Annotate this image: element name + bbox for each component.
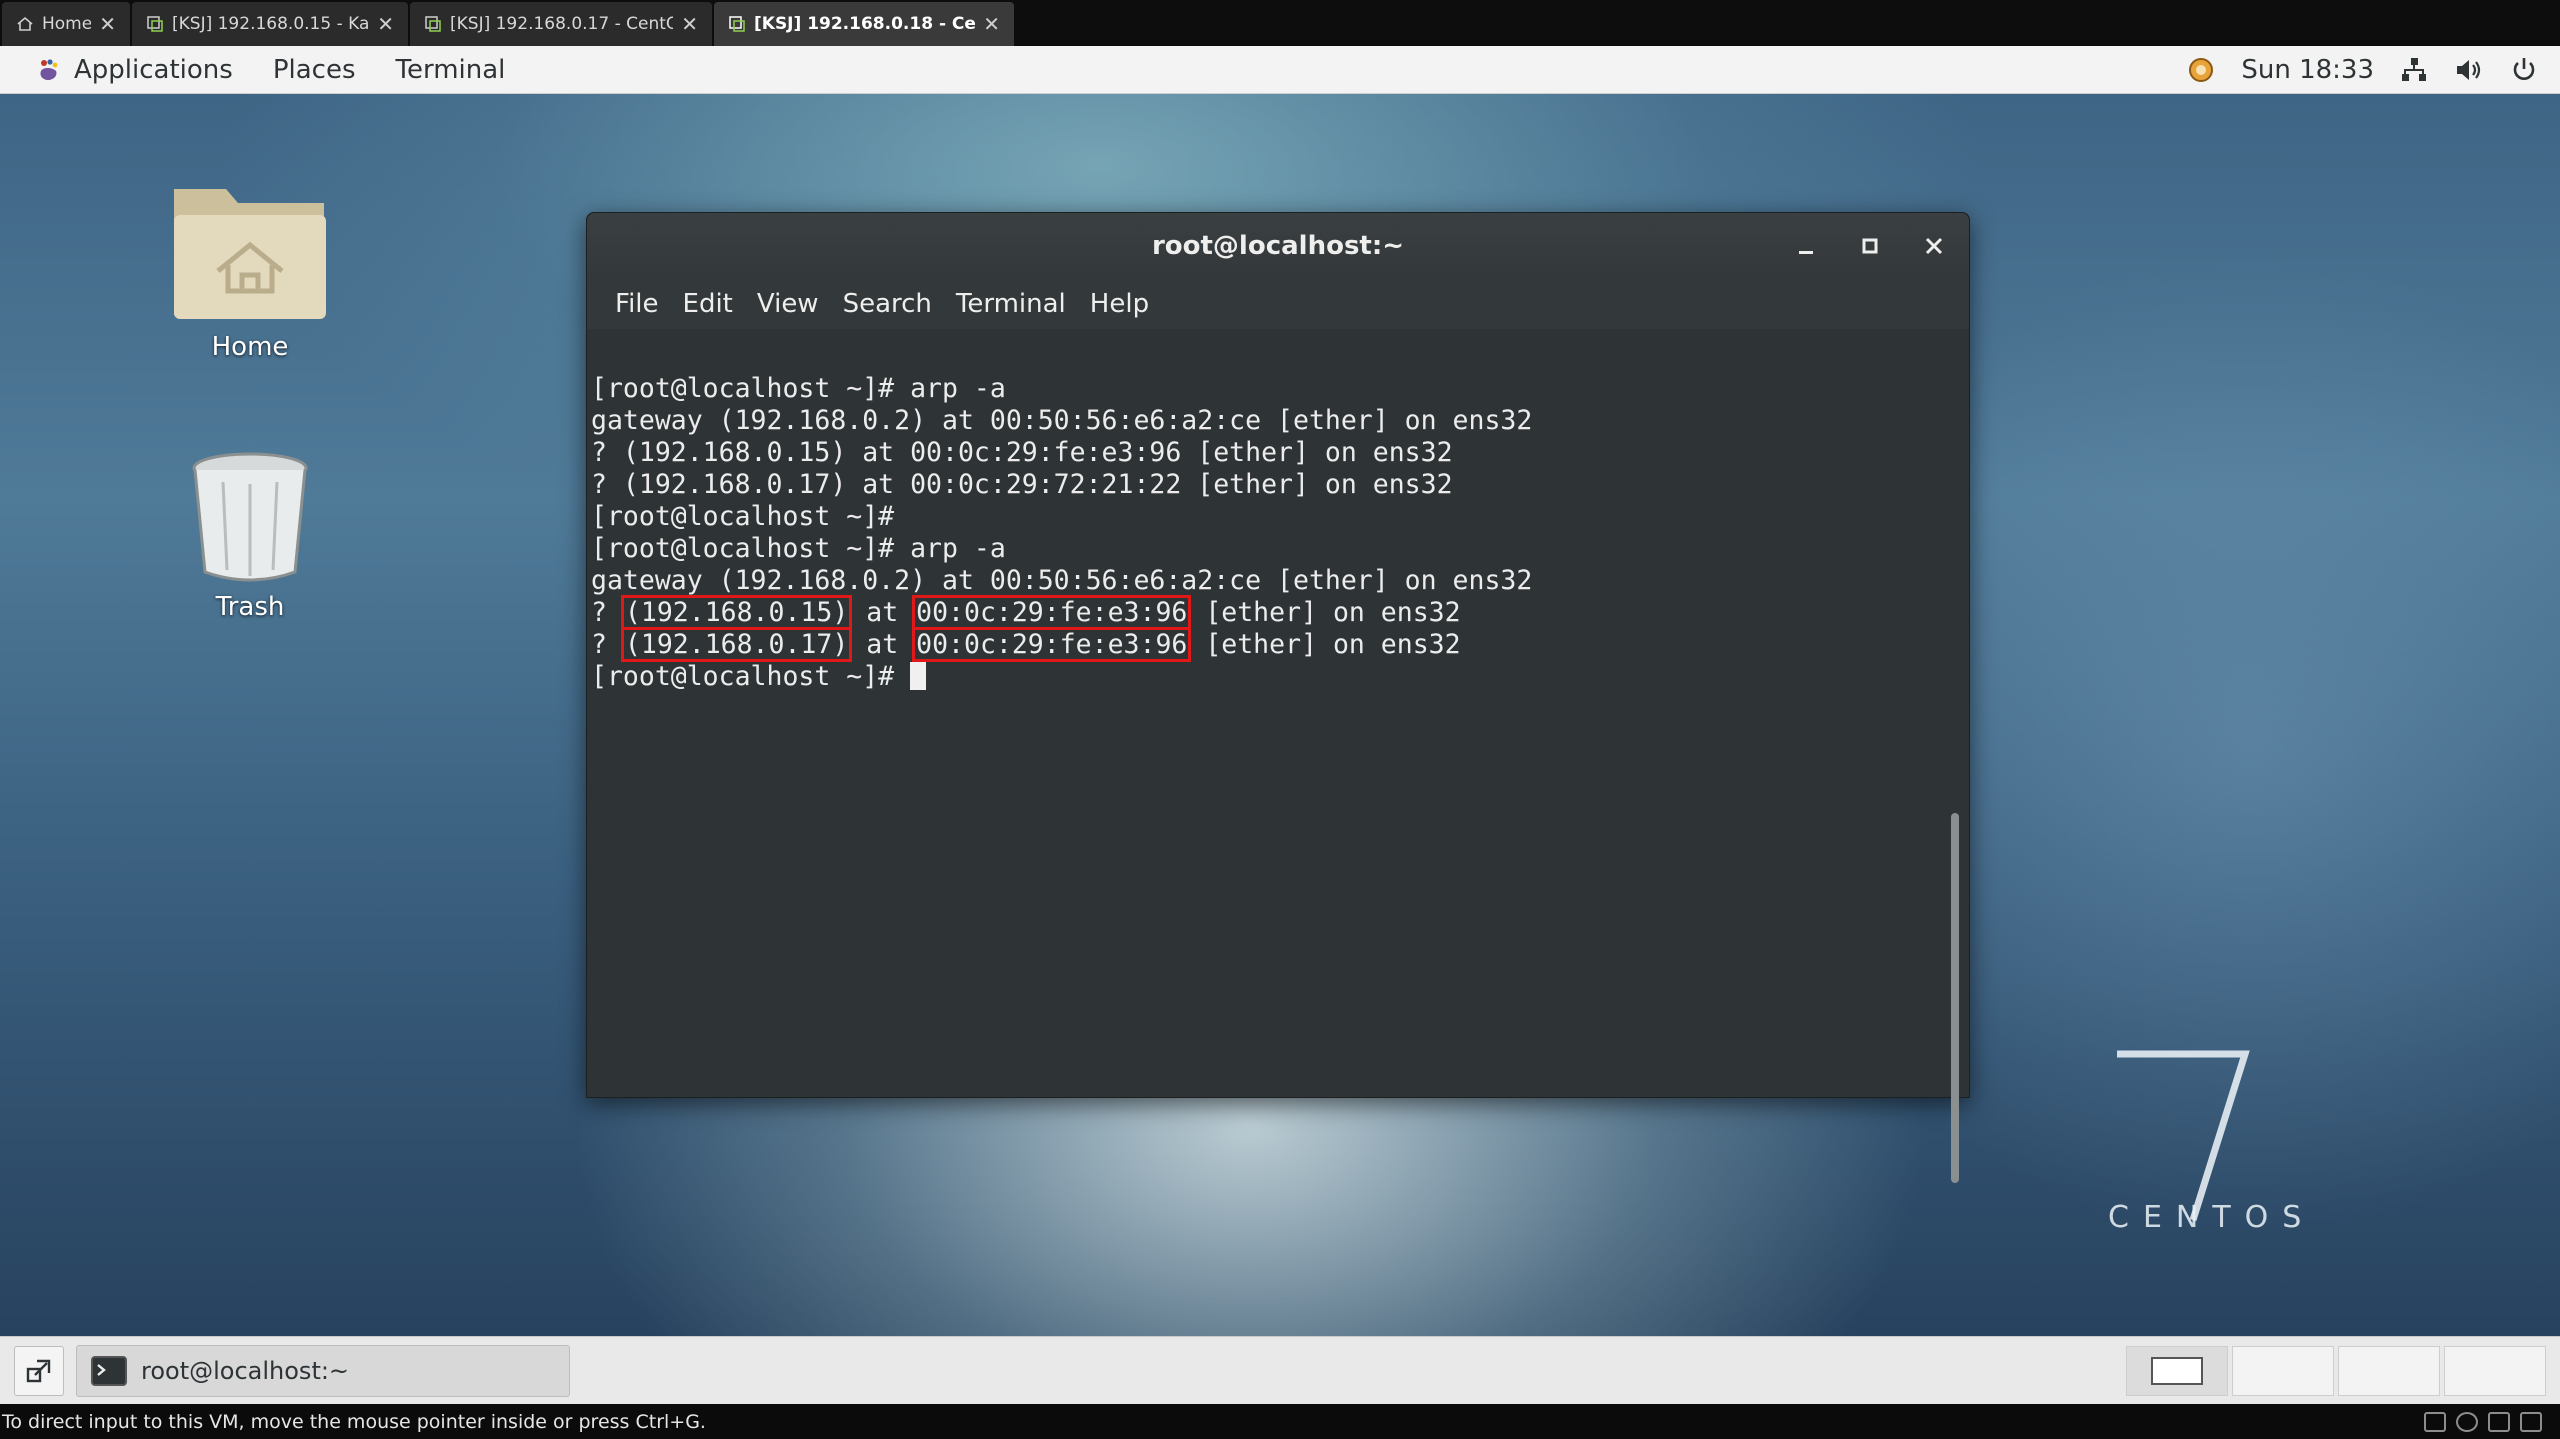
power-icon[interactable]	[2510, 56, 2538, 84]
arp-mid: at	[850, 597, 915, 628]
clock[interactable]: Sun 18:33	[2241, 55, 2374, 85]
places-menu[interactable]: Places	[253, 55, 376, 85]
centos-watermark-text: CENTOS	[2108, 1200, 2316, 1235]
cd-status-icon[interactable]	[2456, 1411, 2478, 1432]
minimize-button[interactable]	[1793, 233, 1819, 259]
tab-label: Home	[42, 14, 92, 34]
terminal-line: gateway (192.168.0.2) at 00:50:56:e6:a2:…	[591, 565, 1533, 596]
arp-mid: at	[850, 629, 915, 660]
desktop-icon-label: Trash	[215, 592, 285, 622]
message-status-icon[interactable]	[2520, 1411, 2542, 1432]
arp-prefix: ?	[591, 597, 623, 628]
menu-search[interactable]: Search	[831, 289, 944, 319]
applications-label: Applications	[74, 54, 233, 85]
maximize-button[interactable]	[1857, 233, 1883, 259]
home-icon	[17, 16, 33, 31]
home-folder-icon	[174, 189, 326, 319]
prompt: [root@localhost ~]#	[591, 661, 911, 692]
taskbar-item-label: root@localhost:~	[141, 1356, 350, 1385]
minimize-icon	[1799, 251, 1813, 254]
terminal-menubar: File Edit View Search Terminal Help	[587, 279, 1969, 329]
vm-tab-kali[interactable]: [KSJ] 192.168.0.15 - Kali ✕	[132, 2, 408, 46]
highlighted-ip: (192.168.0.15)	[620, 595, 853, 630]
gnome-foot-icon	[40, 58, 58, 80]
workspace-2[interactable]	[2232, 1345, 2334, 1396]
window-title: root@localhost:~	[1151, 231, 1405, 261]
menu-help[interactable]: Help	[1078, 289, 1161, 319]
network-icon[interactable]	[2400, 56, 2428, 84]
show-desktop-button[interactable]	[14, 1345, 64, 1396]
vm-icon	[729, 16, 745, 32]
terminal-line: [root@localhost ~]# arp -a	[591, 533, 1006, 564]
vm-icon	[147, 16, 163, 32]
desktop-icon-label: Home	[211, 332, 289, 362]
close-icon[interactable]: ✕	[983, 12, 1000, 36]
workspace-1[interactable]	[2126, 1345, 2228, 1396]
terminal-line: ? (192.168.0.15) at 00:0c:29:fe:e3:96 [e…	[591, 437, 1453, 468]
workspace-switcher	[2126, 1345, 2546, 1396]
terminal-line: ? (192.168.0.17) at 00:0c:29:72:21:22 [e…	[591, 469, 1453, 500]
terminal-line: [root@localhost ~]#	[591, 501, 895, 532]
trash-icon	[192, 452, 308, 582]
workspace-window-thumb	[2151, 1356, 2203, 1385]
notification-icon[interactable]	[2187, 56, 2215, 84]
workspace-3[interactable]	[2338, 1345, 2440, 1396]
close-icon	[1925, 237, 1943, 255]
close-icon[interactable]: ✕	[99, 12, 116, 36]
vm-status-bar: To direct input to this VM, move the mou…	[0, 1404, 2560, 1439]
desktop-icon-home[interactable]: Home	[150, 175, 350, 362]
terminal-window[interactable]: root@localhost:~ File Edit View Search T…	[586, 212, 1970, 1183]
terminal-icon	[91, 1355, 127, 1386]
arp-row-highlighted: ? (192.168.0.15) at 00:0c:29:fe:e3:96 [e…	[591, 595, 1969, 630]
arp-row-highlighted: ? (192.168.0.17) at 00:0c:29:fe:e3:96 [e…	[591, 627, 1969, 662]
text-cursor	[910, 662, 927, 690]
close-button[interactable]	[1921, 233, 1947, 259]
highlighted-mac: 00:0c:29:fe:e3:96	[912, 627, 1192, 662]
volume-icon[interactable]	[2454, 56, 2484, 84]
menu-file[interactable]: File	[603, 289, 671, 319]
terminal-line: gateway (192.168.0.2) at 00:50:56:e6:a2:…	[591, 405, 1533, 436]
arp-suffix: [ether] on ens32	[1189, 629, 1461, 660]
workspace-4[interactable]	[2444, 1345, 2546, 1396]
terminal-app-menu[interactable]: Terminal	[376, 55, 526, 85]
scrollbar-thumb[interactable]	[1951, 813, 1959, 1183]
window-list-icon	[26, 1359, 51, 1382]
menu-edit[interactable]: Edit	[671, 289, 745, 319]
close-icon[interactable]: ✕	[377, 12, 394, 36]
bottom-taskbar: root@localhost:~	[0, 1336, 2560, 1404]
vm-tab-centos-18[interactable]: [KSJ] 192.168.0.18 - Cent... ✕	[714, 2, 1014, 46]
taskbar-item-terminal[interactable]: root@localhost:~	[76, 1344, 570, 1397]
places-label: Places	[272, 54, 356, 85]
terminal-title-bar[interactable]: root@localhost:~	[587, 213, 1969, 279]
vm-tab-home[interactable]: Home ✕	[2, 2, 130, 46]
vm-tab-strip: Home ✕ [KSJ] 192.168.0.15 - Kali ✕ [KSJ]…	[0, 0, 2560, 46]
tab-label: [KSJ] 192.168.0.17 - CentOS ...	[450, 14, 674, 34]
gnome-top-bar: Applications Places Terminal Sun 18:33	[0, 46, 2560, 94]
terminal-menu-label: Terminal	[395, 54, 506, 85]
menu-terminal[interactable]: Terminal	[944, 289, 1078, 319]
arp-suffix: [ether] on ens32	[1189, 597, 1461, 628]
close-icon[interactable]: ✕	[681, 12, 698, 36]
terminal-line: [root@localhost ~]# arp -a	[591, 373, 1006, 404]
vm-icon	[425, 16, 441, 32]
network-status-icon[interactable]	[2488, 1411, 2510, 1432]
hdd-status-icon[interactable]	[2424, 1411, 2446, 1432]
vm-input-hint: To direct input to this VM, move the mou…	[2, 1410, 706, 1433]
highlighted-ip: (192.168.0.17)	[620, 627, 853, 662]
desktop-icon-trash[interactable]: Trash	[150, 450, 350, 622]
tab-label: [KSJ] 192.168.0.15 - Kali	[172, 14, 370, 34]
vm-tab-centos-17[interactable]: [KSJ] 192.168.0.17 - CentOS ... ✕	[410, 2, 712, 46]
terminal-prompt-line[interactable]: [root@localhost ~]#	[591, 661, 1969, 693]
menu-view[interactable]: View	[745, 289, 831, 319]
tab-label: [KSJ] 192.168.0.18 - Cent...	[754, 14, 976, 34]
applications-menu[interactable]: Applications	[16, 55, 253, 85]
arp-prefix: ?	[591, 629, 623, 660]
terminal-output[interactable]: [root@localhost ~]# arp -a gateway (192.1…	[587, 329, 1969, 1097]
maximize-icon	[1862, 238, 1878, 254]
highlighted-mac: 00:0c:29:fe:e3:96	[912, 595, 1192, 630]
